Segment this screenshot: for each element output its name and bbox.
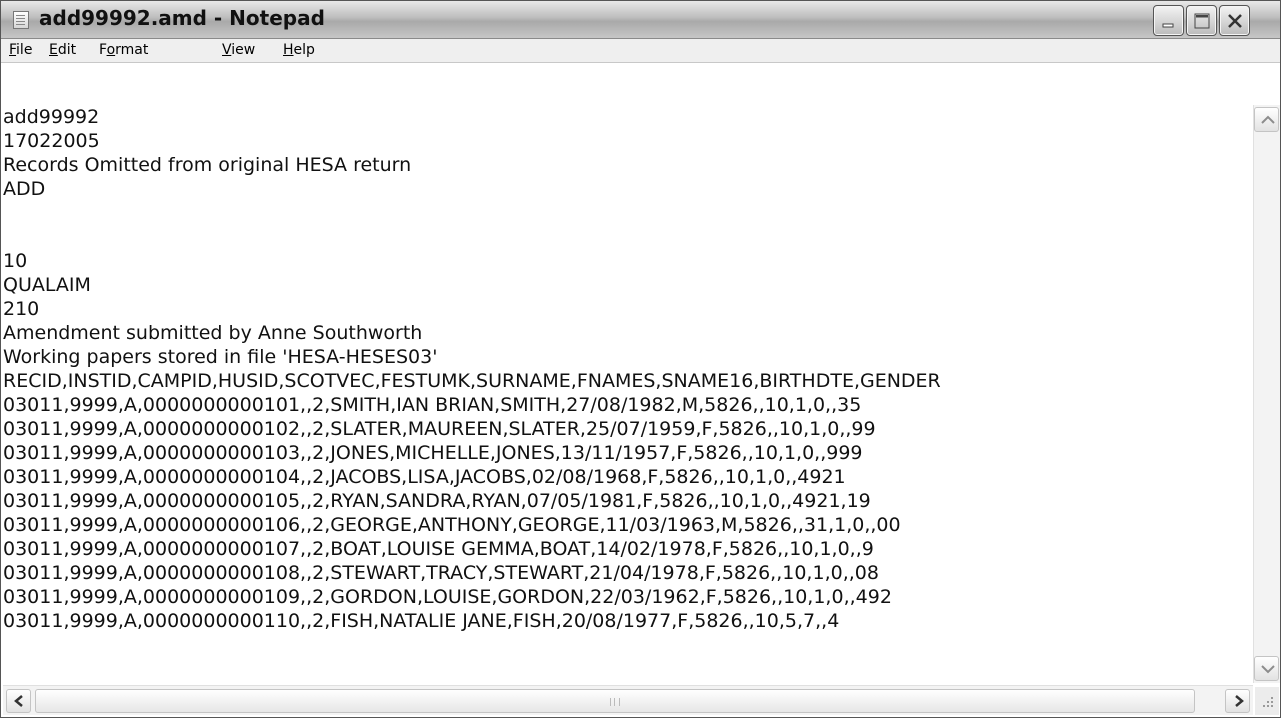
text-line: 03011,9999,A,0000000000102,,2,SLATER,MAU… (3, 418, 876, 440)
text-line: 03011,9999,A,0000000000109,,2,GORDON,LOU… (3, 586, 892, 608)
text-line: 210 (3, 298, 40, 320)
menu-help[interactable]: Help (283, 42, 315, 58)
vertical-scrollbar[interactable] (1253, 105, 1280, 683)
text-line: Working papers stored in file 'HESA-HESE… (3, 346, 438, 368)
horizontal-scroll-thumb[interactable] (35, 689, 1195, 713)
text-line: 03011,9999,A,0000000000101,,2,SMITH,IAN … (3, 394, 862, 416)
minimize-icon (1162, 23, 1174, 28)
title-bar[interactable]: add99992.amd - Notepad (1, 1, 1280, 39)
notepad-icon[interactable] (13, 11, 29, 29)
menu-file[interactable]: File (9, 42, 32, 58)
scroll-grip (610, 698, 620, 706)
close-icon (1228, 14, 1242, 28)
window-title: add99992.amd - Notepad (39, 6, 325, 30)
text-line: add99992 (3, 106, 100, 128)
scroll-left-button[interactable] (6, 689, 31, 713)
text-line: 10 (3, 250, 28, 272)
arrow-left-icon (14, 695, 23, 707)
menu-edit[interactable]: Edit (49, 42, 76, 58)
notepad-window: add99992.amd - Notepad File Edit Format … (0, 0, 1281, 718)
text-line: 03011,9999,A,0000000000106,,2,GEORGE,ANT… (3, 514, 901, 536)
text-line: ADD (3, 178, 46, 200)
text-line: 17022005 (3, 130, 100, 152)
arrow-up-icon (1261, 115, 1275, 124)
text-line: Records Omitted from original HESA retur… (3, 154, 412, 176)
text-line: 03011,9999,A,0000000000104,,2,JACOBS,LIS… (3, 466, 846, 488)
text-line: RECID,INSTID,CAMPID,HUSID,SCOTVEC,FESTUM… (3, 370, 941, 392)
maximize-button[interactable] (1186, 5, 1217, 36)
text-editor[interactable]: add99992 17022005 Records Omitted from ori… (3, 105, 1251, 683)
text-line: Amendment submitted by Anne Southworth (3, 322, 423, 344)
maximize-icon (1194, 13, 1210, 29)
arrow-right-icon (1235, 695, 1244, 707)
scroll-right-button[interactable] (1225, 689, 1250, 713)
text-line: 03011,9999,A,0000000000103,,2,JONES,MICH… (3, 442, 863, 464)
close-button[interactable] (1219, 5, 1250, 36)
scroll-down-button[interactable] (1254, 656, 1279, 681)
menu-bar: File Edit Format View Help (1, 39, 1280, 63)
text-line: 03011,9999,A,0000000000105,,2,RYAN,SANDR… (3, 490, 871, 512)
arrow-down-icon (1261, 665, 1275, 674)
minimize-button[interactable] (1153, 5, 1184, 36)
scroll-up-button[interactable] (1254, 107, 1279, 132)
menu-format[interactable]: Format (99, 42, 148, 58)
text-line: 03011,9999,A,0000000000107,,2,BOAT,LOUIS… (3, 538, 874, 560)
text-line: QUALAIM (3, 274, 91, 296)
resize-grip[interactable] (1255, 687, 1279, 715)
text-line: 03011,9999,A,0000000000108,,2,STEWART,TR… (3, 562, 879, 584)
text-line: 03011,9999,A,0000000000110,,2,FISH,NATAL… (3, 610, 840, 632)
horizontal-scrollbar[interactable] (3, 685, 1253, 715)
menu-view[interactable]: View (222, 42, 255, 58)
